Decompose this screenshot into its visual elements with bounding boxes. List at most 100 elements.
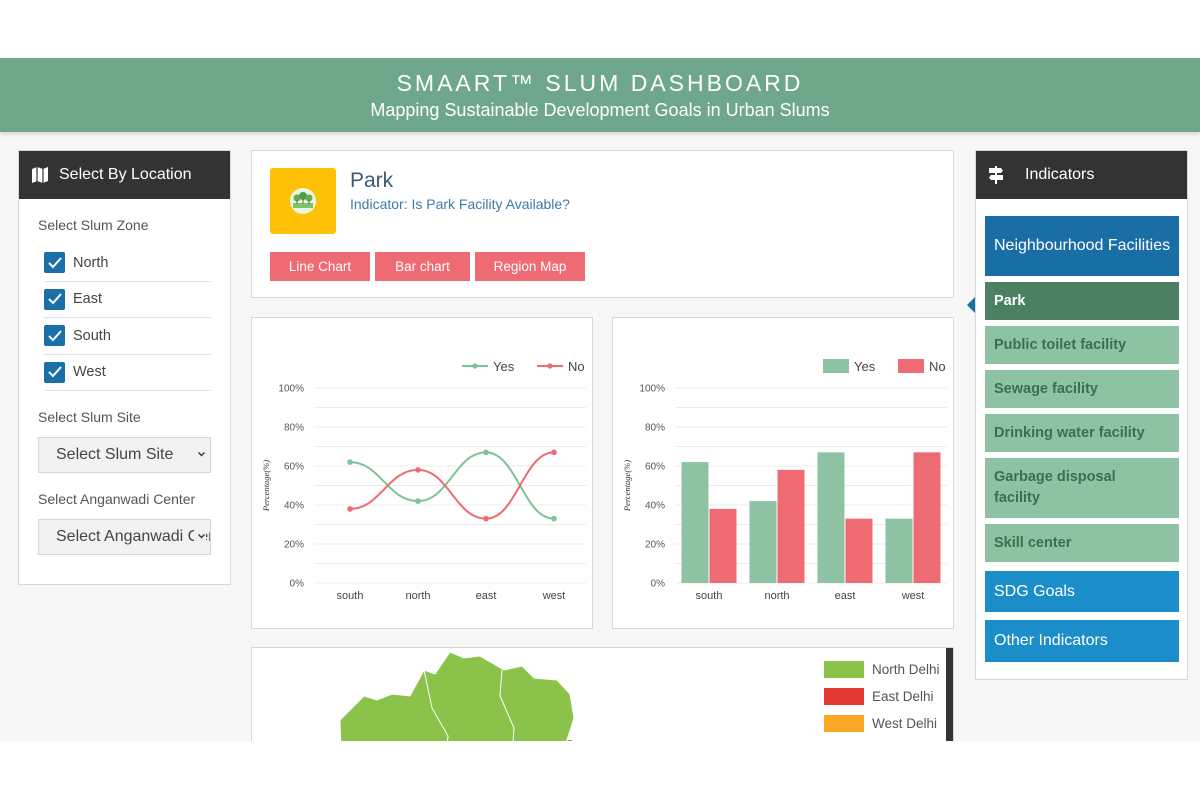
indicator-item-park[interactable]: Park (985, 282, 1179, 320)
delhi-region-map (339, 651, 575, 741)
zone-north-label: North (73, 254, 109, 271)
y-tick-label: 20% (645, 540, 665, 551)
dashboard-page: SMAART™ SLUM DASHBOARD Mapping Sustainab… (0, 58, 1200, 741)
tab-neighbourhood-facilities[interactable]: Neighbourhood Facilities (985, 216, 1179, 276)
zone-north-checkbox[interactable] (44, 252, 65, 274)
legend-east-delhi: East Delhi (824, 688, 934, 705)
data-point-no (347, 506, 353, 512)
bar-no (845, 518, 873, 583)
bar-chart: 0% 20% 40% 60% 80% 100% Percentage(%) south nort… (622, 359, 947, 602)
chevron-down-icon (194, 530, 206, 542)
zone-west-option[interactable]: West (44, 355, 211, 391)
location-panel: Select By Location Select Slum Zone Nort… (18, 150, 231, 585)
data-point-yes (415, 498, 421, 504)
y-axis-label: Percentage(%) (261, 460, 271, 512)
data-point-yes (551, 515, 557, 522)
x-tick-label: south (696, 590, 723, 602)
data-point-no (483, 515, 489, 522)
bar-no (777, 469, 805, 583)
legend-swatch-yes (823, 359, 849, 373)
indicator-item-drinking-water[interactable]: Drinking water facility (985, 414, 1179, 452)
legend-north-delhi: North Delhi (824, 661, 940, 678)
tab-other-indicators[interactable]: Other Indicators (985, 620, 1179, 662)
indicator-item-sewage[interactable]: Sewage facility (985, 370, 1179, 408)
indicator-item-garbage-disposal[interactable]: Garbage disposal facility (985, 458, 1179, 518)
check-icon (47, 366, 62, 378)
zone-north-option[interactable]: North (44, 245, 211, 282)
y-tick-label: 100% (278, 384, 304, 395)
x-tick-label: east (476, 590, 497, 602)
location-panel-header: Select By Location (19, 151, 230, 199)
legend-swatch (824, 661, 864, 678)
region-map-card: North Delhi East Delhi West Delhi (251, 647, 954, 741)
legend-label-no: No (929, 359, 946, 374)
indicator-card: Park Indicator: Is Park Facility Availab… (251, 150, 954, 298)
north-delhi-region (339, 651, 575, 741)
legend-east-delhi-label: East Delhi (872, 689, 934, 704)
legend-west-delhi: West Delhi (824, 715, 937, 732)
anganwadi-select[interactable]: Select Anganwadi Center (38, 519, 211, 555)
legend-west-delhi-label: West Delhi (872, 716, 938, 731)
zone-south-label: South (73, 327, 111, 344)
legend-north-delhi-label: North Delhi (872, 662, 940, 677)
slum-site-select[interactable]: Select Slum Site (38, 437, 211, 473)
zone-south-checkbox[interactable] (44, 325, 65, 347)
indicators-panel-title: Indicators (1025, 166, 1095, 183)
bar-chart-button[interactable]: Bar chart (375, 252, 470, 281)
tab-sdg-goals[interactable]: SDG Goals (985, 571, 1179, 612)
indicator-item-skill-center[interactable]: Skill center (985, 524, 1179, 562)
legend-swatch (824, 688, 864, 705)
y-tick-label: 0% (290, 579, 305, 590)
location-panel-title: Select By Location (59, 166, 192, 183)
check-icon (47, 257, 62, 269)
data-point-yes (483, 449, 489, 456)
x-tick-label: east (835, 590, 856, 602)
slum-site-select-value: Select Slum Site (56, 446, 174, 463)
bar-yes (817, 452, 845, 583)
anganwadi-select-value: Select Anganwadi Center (56, 528, 210, 545)
zone-west-checkbox[interactable] (44, 361, 65, 383)
bar-yes (885, 518, 913, 583)
x-tick-label: north (405, 590, 430, 602)
x-tick-label: south (337, 590, 364, 602)
bar-no (913, 452, 941, 583)
region-map-button[interactable]: Region Map (475, 252, 585, 281)
line-chart-button[interactable]: Line Chart (270, 252, 370, 281)
x-tick-label: west (901, 590, 925, 602)
y-tick-label: 40% (645, 501, 665, 512)
zone-checkbox-list: North East South West (44, 245, 211, 391)
bar-chart-card: 0% 20% 40% 60% 80% 100% Percentage(%) south nort… (612, 317, 954, 629)
y-tick-label: 0% (651, 579, 666, 590)
map-legend-scrollbar[interactable] (946, 648, 953, 741)
zone-south-option[interactable]: South (44, 318, 211, 355)
legend-marker-no (547, 363, 553, 369)
data-point-yes (347, 459, 353, 465)
bar-no (709, 508, 737, 583)
y-tick-label: 40% (284, 501, 304, 512)
anganwadi-label: Select Anganwadi Center (38, 491, 196, 507)
y-tick-label: 80% (645, 423, 665, 434)
indicator-item-public-toilet[interactable]: Public toilet facility (985, 326, 1179, 364)
data-point-no (551, 449, 557, 456)
zone-east-checkbox[interactable] (44, 288, 65, 310)
dashboard-subtitle: Mapping Sustainable Development Goals in… (370, 100, 830, 120)
y-tick-label: 100% (639, 384, 665, 395)
legend-swatch (824, 715, 864, 732)
y-tick-label: 20% (284, 540, 304, 551)
indicators-panel: Indicators Neighbourhood Facilities Park… (975, 150, 1188, 680)
legend-label-no: No (568, 359, 585, 374)
x-tick-label: west (542, 590, 566, 602)
y-axis-label: Percentage(%) (622, 460, 632, 512)
check-icon (47, 293, 62, 305)
zone-west-label: West (73, 364, 106, 381)
line-chart-card: 0% 20% 40% 60% 80% 100% Percentage(%) south nort… (251, 317, 593, 629)
signpost-icon (989, 166, 1003, 184)
map-icon (32, 167, 48, 183)
zone-east-option[interactable]: East (44, 282, 211, 318)
data-point-no (415, 467, 421, 473)
bar-yes (749, 501, 777, 583)
park-icon (270, 168, 336, 234)
line-chart: 0% 20% 40% 60% 80% 100% Percentage(%) south nort… (261, 359, 586, 602)
indicator-subtitle: Indicator: Is Park Facility Available? (350, 196, 570, 212)
dashboard-header: SMAART™ SLUM DASHBOARD Mapping Sustainab… (0, 58, 1200, 132)
